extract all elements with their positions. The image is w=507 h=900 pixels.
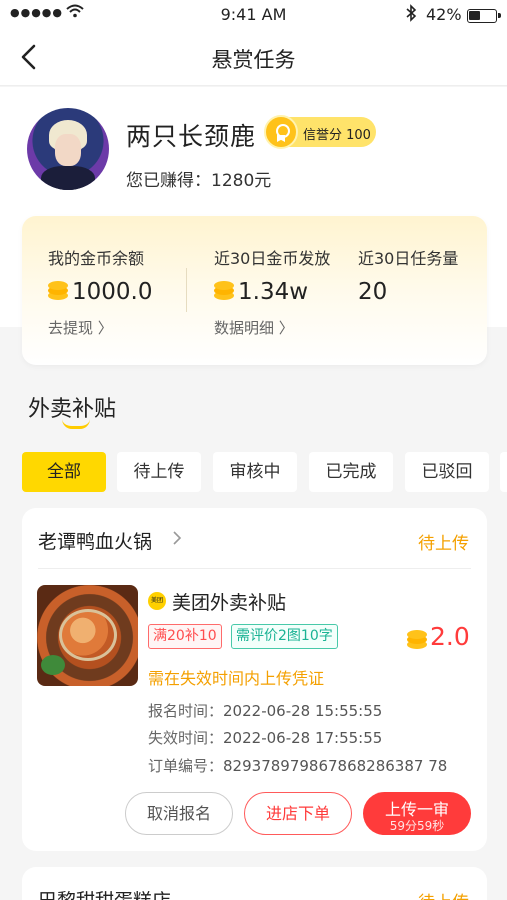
coin-icon (214, 281, 234, 301)
battery-percent: 42% (426, 5, 462, 24)
stats-card: 我的金币余额 1000.0 去提现 〉 近30日金币发放 1.34w 数据明细 … (22, 216, 487, 365)
cancel-signup-button[interactable]: 取消报名 (125, 792, 233, 835)
food-image (37, 585, 138, 686)
bluetooth-icon (405, 4, 417, 26)
platform-name: 美团外卖补贴 (172, 592, 287, 614)
page-title: 悬赏任务 (211, 48, 296, 72)
review-requirement-tag: 需评价2图10字 (231, 624, 338, 649)
upload-review-button[interactable]: 上传一审 59分59秒 (363, 792, 471, 835)
credit-score-label: 信誉分 100 (303, 128, 371, 143)
discount-tag: 满20补10 (148, 624, 222, 649)
tab-all[interactable]: 全部 (22, 452, 106, 492)
upload-hint: 需在失效时间内上传凭证 (148, 669, 325, 688)
divider (186, 268, 187, 312)
coin-icon (407, 630, 431, 652)
order-number-row: 订单编号：829378979867868286387 78 (148, 757, 448, 775)
countdown-timer: 59分59秒 (389, 819, 445, 833)
tab-pending-upload[interactable]: 待上传 (117, 452, 201, 492)
order-status: 待上传 (418, 534, 469, 554)
section-underline (62, 419, 90, 429)
nav-bar: 悬赏任务 (0, 30, 507, 86)
signup-time-row: 报名时间：2022-06-28 15:55:55 (148, 702, 383, 720)
expire-time-row: 失效时间：2022-06-28 17:55:55 (148, 729, 383, 747)
tasks-label: 近30日任务量 (358, 249, 459, 268)
issued-value: 1.34w (214, 279, 308, 305)
battery-icon (467, 9, 501, 23)
avatar[interactable] (27, 108, 109, 190)
balance-value: 1000.0 (48, 279, 152, 305)
chevron-right-icon[interactable] (172, 530, 182, 551)
shop-name[interactable]: 老谭鸭血火锅 (38, 527, 152, 554)
order-card[interactable]: 老谭鸭血火锅 待上传 美团 美团外卖补贴 满20补10 需评价2图10字 2.0… (22, 508, 487, 851)
tab-overflow[interactable] (500, 452, 507, 492)
reward-value: 2.0 (430, 622, 470, 651)
order-card[interactable]: 巴黎甜甜蛋糕店 待上传 (22, 867, 487, 900)
order-status: 待上传 (418, 888, 469, 900)
shop-name[interactable]: 巴黎甜甜蛋糕店 (38, 886, 171, 900)
divider (38, 568, 471, 569)
tab-rejected[interactable]: 已驳回 (405, 452, 489, 492)
medal-icon (264, 115, 298, 149)
tasks-value: 20 (358, 279, 388, 305)
filter-tabs: 全部 待上传 审核中 已完成 已驳回 (0, 452, 507, 492)
withdraw-link[interactable]: 去提现 〉 (48, 317, 113, 338)
meituan-logo-icon: 美团 (148, 592, 166, 610)
user-name: 两只长颈鹿 (126, 122, 257, 151)
coin-icon (48, 281, 68, 301)
credit-score-badge: 信誉分 100 (264, 115, 376, 149)
issued-label: 近30日金币发放 (214, 249, 331, 268)
place-order-button[interactable]: 进店下单 (244, 792, 352, 835)
tab-reviewing[interactable]: 审核中 (213, 452, 297, 492)
data-detail-link[interactable]: 数据明细 〉 (214, 317, 294, 338)
earned-amount: 您已赚得：1280元 (126, 171, 272, 191)
tab-completed[interactable]: 已完成 (309, 452, 393, 492)
status-bar: ●●●●● 9:41 AM 42% (0, 0, 507, 30)
balance-label: 我的金币余额 (48, 249, 145, 268)
